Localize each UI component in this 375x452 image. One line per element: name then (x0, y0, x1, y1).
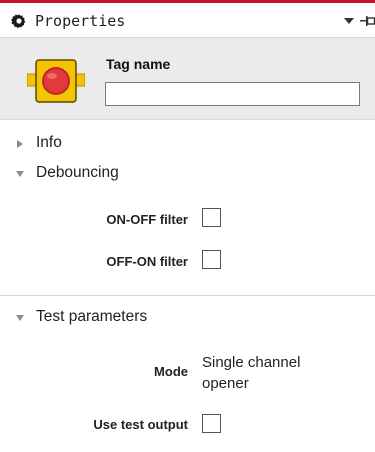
mode-value: Single channel opener (202, 352, 352, 394)
tag-name-label: Tag name (106, 56, 171, 72)
panel-header: Properties (0, 3, 375, 38)
off-on-filter-label: OFF-ON filter (106, 254, 188, 269)
section-test-parameters[interactable]: Test parameters (0, 307, 375, 329)
section-debouncing[interactable]: Debouncing (0, 163, 375, 185)
chevron-down-icon (16, 171, 24, 177)
section-divider (0, 295, 375, 296)
gear-icon (11, 14, 26, 29)
chevron-right-icon (17, 140, 23, 148)
on-off-filter-label: ON-OFF filter (106, 212, 188, 227)
section-info[interactable]: Info (0, 133, 375, 155)
on-off-filter-checkbox[interactable] (202, 208, 221, 227)
chevron-down-icon (16, 315, 24, 321)
use-test-output-checkbox[interactable] (202, 414, 221, 433)
mode-label: Mode (154, 364, 188, 379)
tag-area: Tag name (0, 38, 375, 120)
dropdown-icon[interactable] (344, 17, 354, 25)
pin-icon[interactable] (360, 14, 375, 28)
mode-value-line2: opener (202, 375, 249, 392)
mode-value-line1: Single channel (202, 354, 301, 371)
off-on-filter-checkbox[interactable] (202, 250, 221, 269)
section-info-label: Info (36, 134, 62, 151)
section-debouncing-label: Debouncing (36, 164, 119, 181)
panel-title: Properties (35, 12, 126, 30)
properties-panel: Properties Tag name Info Debouncing ON-O… (0, 0, 375, 452)
device-icon (27, 59, 85, 103)
section-test-parameters-label: Test parameters (36, 308, 148, 325)
use-test-output-label: Use test output (93, 417, 188, 432)
tag-name-input[interactable] (105, 82, 360, 106)
